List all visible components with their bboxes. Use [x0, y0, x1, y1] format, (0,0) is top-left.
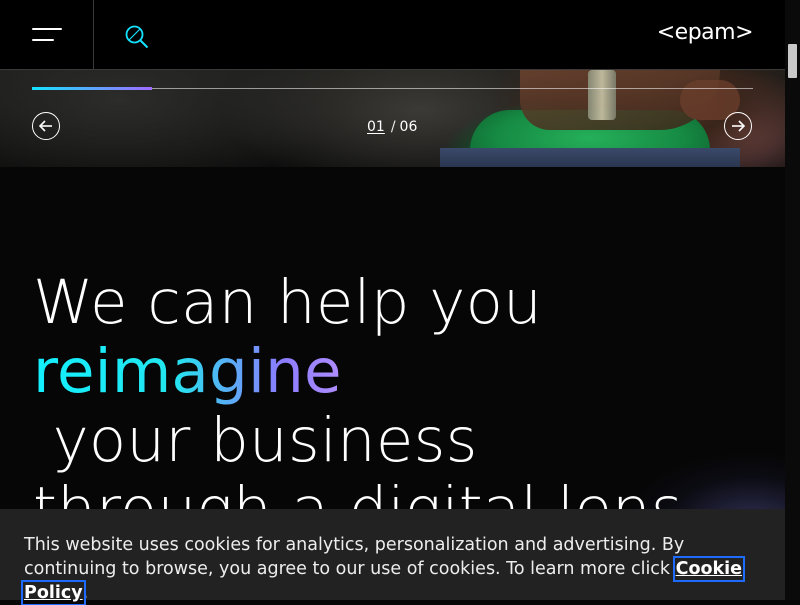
page-scrollbar[interactable] [785, 0, 800, 600]
cookie-message: This website uses cookies for analytics,… [24, 535, 685, 579]
scrollbar-thumb[interactable] [788, 44, 797, 78]
carousel-prev-button[interactable] [32, 112, 60, 140]
epam-logo[interactable]: <epam> [657, 20, 754, 45]
carousel-counter: 01 /06 [367, 119, 417, 135]
headline-line-2-rest: your business [33, 405, 478, 476]
hero-headline: We can help you reimagine your business … [33, 268, 773, 544]
arrow-right-icon [732, 120, 746, 132]
carousel-separator: / [390, 119, 396, 135]
cookie-banner-text: This website uses cookies for analytics,… [20, 533, 774, 605]
carousel-current-slide[interactable]: 01 [367, 119, 385, 135]
cookie-banner: This website uses cookies for analytics,… [0, 509, 785, 605]
carousel-next-button[interactable] [724, 112, 752, 140]
carousel-total-slides: 06 [399, 119, 418, 135]
search-icon [125, 25, 149, 49]
search-button[interactable] [124, 24, 150, 50]
carousel-progress-bar [32, 87, 152, 90]
cookie-trailing: . [82, 583, 89, 603]
arrow-left-icon [38, 120, 52, 132]
menu-button[interactable] [0, 0, 94, 69]
headline-highlight: reimagine [33, 336, 342, 407]
headline-line-1: We can help you [33, 267, 542, 338]
site-header: <epam> [0, 0, 785, 70]
headline-line-2: reimagine your business [33, 337, 773, 475]
